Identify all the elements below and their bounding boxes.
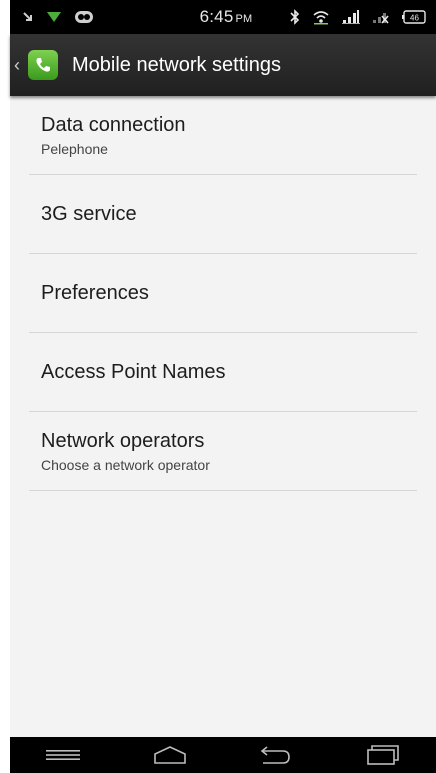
preferences-item[interactable]: Preferences [29,254,417,333]
up-navigation-icon[interactable]: ‹ [14,55,24,76]
network-operators-summary: Choose a network operator [41,456,210,473]
screen: 6:45 PM 46 ‹ Mobile network settings Dat… [10,0,436,773]
access-point-names-title: Access Point Names [41,360,226,383]
network-operators-title: Network operators [41,429,205,452]
battery-level: 46 [410,14,419,23]
wifi-signal-icon [312,9,330,25]
action-bar: ‹ Mobile network settings [10,34,436,96]
no-sim-signal-icon [372,10,390,24]
notification-icons [10,10,162,24]
navigation-bar [10,737,436,773]
bluetooth-icon [290,9,300,25]
voicemail-icon [74,10,94,24]
settings-list: Data connection Pelephone 3G service Pre… [10,96,436,491]
clock-ampm: PM [235,13,253,25]
data-connection-item[interactable]: Data connection Pelephone [29,96,417,175]
system-icons: 46 [290,9,436,25]
recent-apps-icon[interactable] [353,737,413,773]
clock: 6:45 PM [162,7,290,27]
data-connection-title: Data connection [41,113,186,136]
menu-icon[interactable] [33,737,93,773]
wifi-notification-icon [46,11,62,23]
cell-signal-icon [342,10,360,24]
3g-service-title: 3G service [41,202,137,225]
data-connection-summary: Pelephone [41,140,108,157]
home-icon[interactable] [140,737,200,773]
network-operators-item[interactable]: Network operators Choose a network opera… [29,412,417,491]
access-point-names-item[interactable]: Access Point Names [29,333,417,412]
3g-service-item[interactable]: 3G service [29,175,417,254]
page-title: Mobile network settings [72,53,281,76]
status-bar: 6:45 PM 46 [10,0,436,34]
clock-time: 6:45 [199,7,234,26]
back-icon[interactable] [246,737,306,773]
phone-app-icon[interactable] [28,50,58,80]
battery-icon: 46 [402,9,428,25]
preferences-title: Preferences [41,281,149,304]
missed-call-icon [22,11,34,23]
